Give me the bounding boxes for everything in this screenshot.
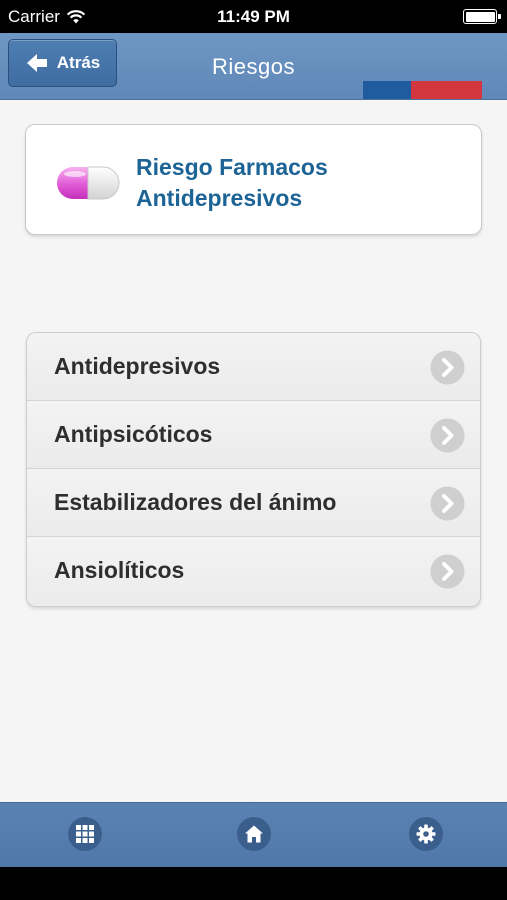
list-item-antipsicoticos[interactable]: Antipsicóticos	[27, 401, 480, 469]
settings-button[interactable]	[409, 817, 443, 851]
drug-category-list: Antidepresivos Antipsicóticos Estabiliza…	[26, 332, 481, 607]
battery-icon	[463, 9, 501, 24]
chevron-right-icon	[430, 418, 465, 453]
list-item-ansioliticos[interactable]: Ansiolíticos	[27, 537, 480, 605]
chevron-right-icon	[430, 350, 465, 385]
chevron-right-icon	[430, 486, 465, 521]
nav-bar: Atrás Riesgos	[0, 33, 507, 100]
card-title: Riesgo Farmacos Antidepresivos	[136, 152, 456, 214]
section-header-card: Riesgo Farmacos Antidepresivos	[25, 124, 482, 235]
list-item-estabilizadores[interactable]: Estabilizadores del ánimo	[27, 469, 480, 537]
card-title-line2: Antidepresivos	[136, 185, 303, 211]
page-title: Riesgos	[212, 54, 295, 79]
grid-menu-button[interactable]	[68, 817, 102, 851]
list-item-antidepresivos[interactable]: Antidepresivos	[27, 333, 480, 401]
flag-stripe-blue	[363, 81, 411, 99]
grid-icon	[76, 825, 94, 843]
card-title-line1: Riesgo Farmacos	[136, 154, 328, 180]
list-item-label: Estabilizadores del ánimo	[54, 489, 337, 515]
list-item-label: Antidepresivos	[54, 353, 221, 379]
status-bar: Carrier 11:49 PM	[0, 0, 507, 33]
home-button[interactable]	[237, 817, 271, 851]
clock: 11:49 PM	[217, 7, 290, 26]
flag-stripe-red	[411, 81, 482, 99]
bottom-tab-bar	[0, 802, 507, 868]
list-item-label: Ansiolíticos	[54, 557, 185, 583]
list-item-label: Antipsicóticos	[54, 421, 213, 447]
chevron-right-icon	[430, 554, 465, 589]
bottom-bezel	[0, 867, 507, 900]
home-icon	[245, 825, 263, 843]
gear-icon	[416, 824, 436, 844]
pill-icon	[57, 166, 120, 200]
